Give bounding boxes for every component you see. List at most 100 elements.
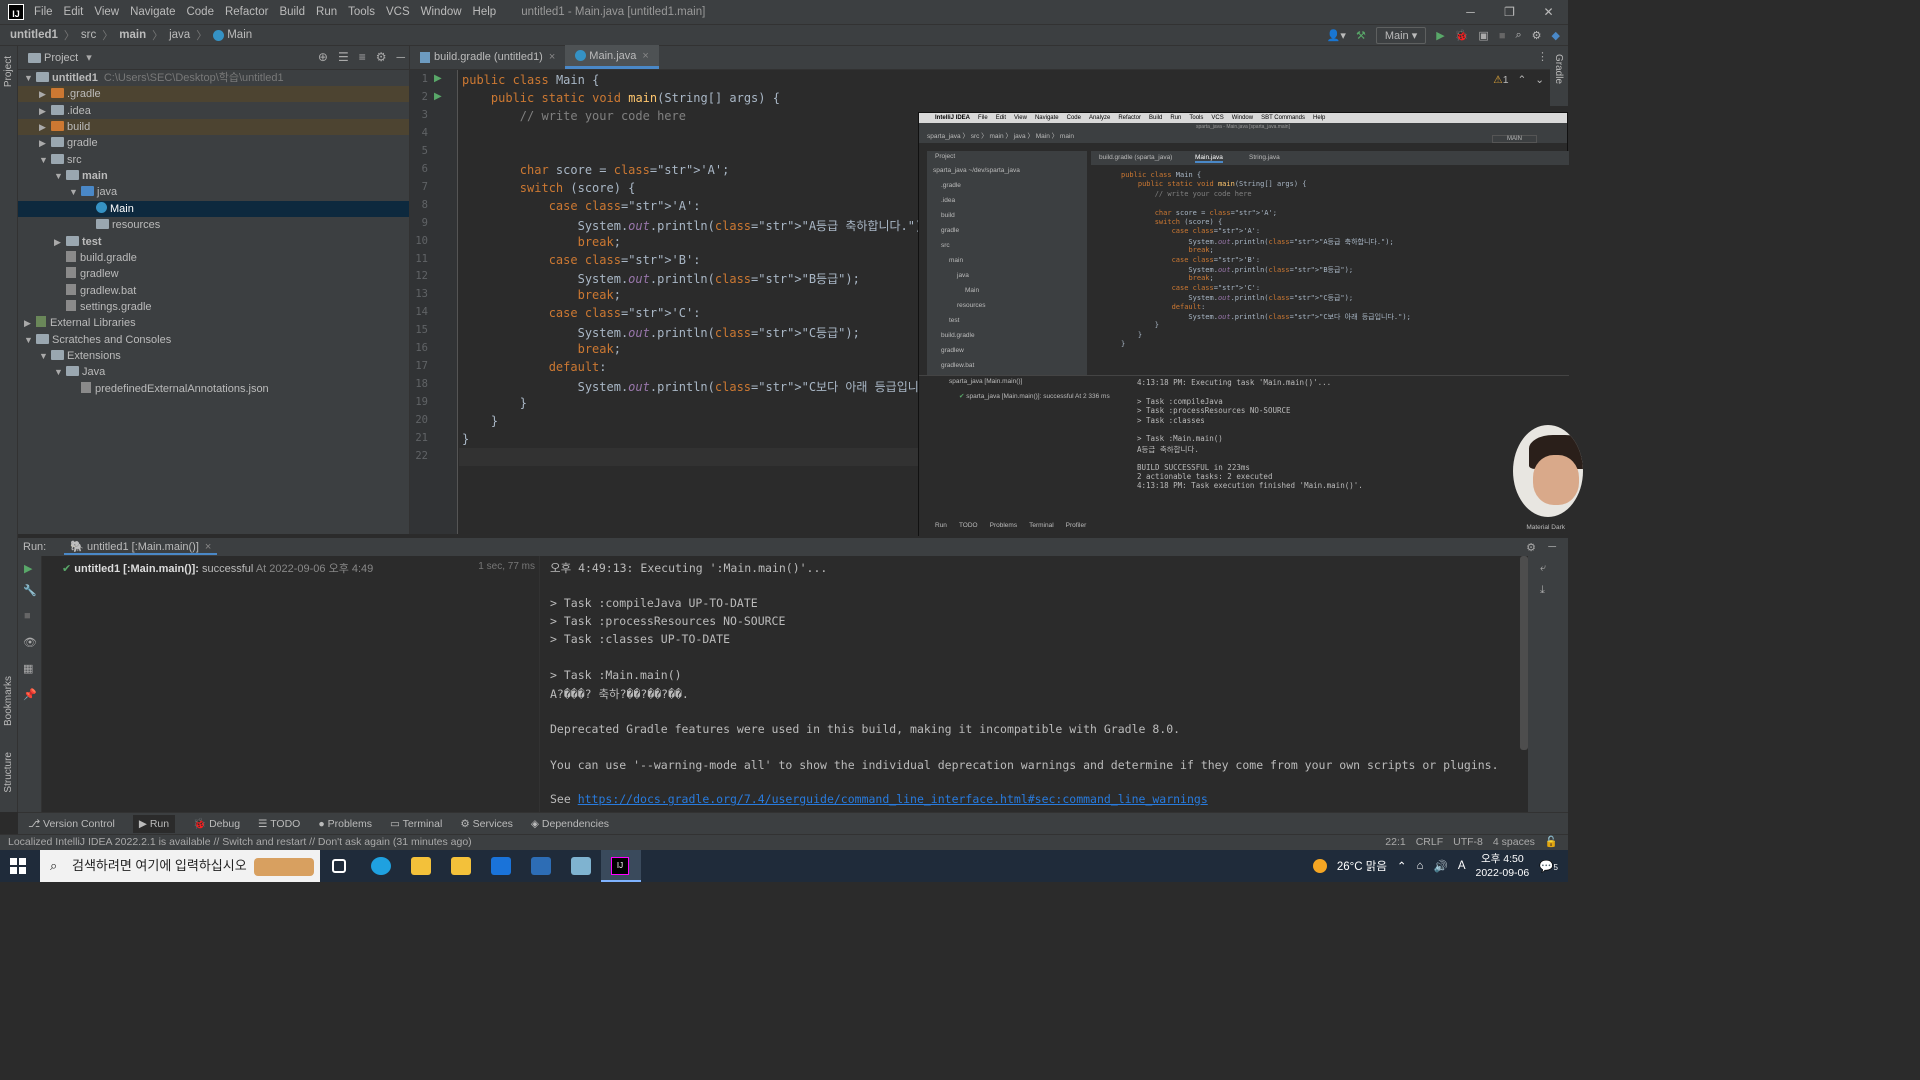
chevron-right-icon[interactable]: ▶ xyxy=(54,234,66,250)
run-icon[interactable]: ▶ xyxy=(1436,29,1444,42)
chevron-right-icon[interactable]: ▶ xyxy=(24,315,36,331)
file-encoding[interactable]: UTF-8 xyxy=(1453,835,1483,849)
indent-setting[interactable]: 4 spaces xyxy=(1493,835,1535,849)
tree-item[interactable]: gradlew.bat xyxy=(18,283,409,299)
expand-all-icon[interactable]: ☰ xyxy=(338,50,349,64)
edge-icon[interactable] xyxy=(371,857,391,875)
tree-item[interactable]: Main xyxy=(18,200,409,217)
project-tool-button[interactable]: Project xyxy=(3,56,14,87)
chevron-down-icon[interactable]: ▼ xyxy=(54,168,66,184)
user-icon[interactable]: 👤▾ xyxy=(1327,29,1346,42)
tree-item[interactable]: settings.gradle xyxy=(18,299,409,315)
tree-item[interactable]: ▶ gradle xyxy=(18,135,409,151)
menu-tools[interactable]: Tools xyxy=(348,6,375,18)
coverage-icon[interactable]: ▣ xyxy=(1478,29,1488,42)
tree-item[interactable]: ▼ main xyxy=(18,168,409,184)
chevron-right-icon[interactable]: ▶ xyxy=(39,119,51,135)
network-icon[interactable]: ⌂ xyxy=(1417,860,1424,872)
run-gutter-icon[interactable]: ▶ xyxy=(434,73,442,84)
tree-item[interactable]: ▼ java xyxy=(18,184,409,200)
chevron-down-icon[interactable]: ▼ xyxy=(24,332,36,348)
build-hammer-icon[interactable]: ⚒ xyxy=(1356,29,1366,42)
breadcrumb-main-class[interactable]: Main xyxy=(227,29,252,41)
code-line[interactable]: } xyxy=(462,432,469,446)
menu-edit[interactable]: Edit xyxy=(64,6,84,18)
menu-refactor[interactable]: Refactor xyxy=(225,6,268,18)
menu-view[interactable]: View xyxy=(94,6,119,18)
task-view-icon[interactable] xyxy=(332,859,346,873)
code-line[interactable]: System.out.println(class="str">"C보다 아래 등… xyxy=(462,378,959,395)
chevron-down-icon[interactable]: ▼ xyxy=(69,184,81,200)
tree-item[interactable]: gradlew xyxy=(18,266,409,282)
tree-item[interactable]: ▶ External Libraries xyxy=(18,315,409,331)
run-console[interactable]: 오후 4:49:13: Executing ':Main.main()'... >… xyxy=(540,556,1520,812)
eye-icon[interactable]: 👁 xyxy=(23,636,37,649)
chevron-down-icon[interactable]: ▼ xyxy=(24,70,36,86)
store-icon[interactable] xyxy=(451,857,471,875)
menu-window[interactable]: Window xyxy=(421,6,462,18)
chevron-down-icon[interactable]: ▼ xyxy=(39,348,51,364)
code-line[interactable]: System.out.println(class="str">"A등급 축하합니… xyxy=(462,217,930,234)
tree-item[interactable]: resources xyxy=(18,217,409,233)
run-tree-item[interactable]: ✔ untitled1 [:Main.main()]: successful A… xyxy=(62,560,373,576)
chevron-down-icon[interactable]: ▼ xyxy=(54,364,66,380)
menu-navigate[interactable]: Navigate xyxy=(130,6,175,18)
tree-item[interactable]: build.gradle xyxy=(18,250,409,266)
toolwindow-dependencies[interactable]: ◈ Dependencies xyxy=(531,818,609,830)
inspection-widget[interactable]: ⚠1 ⌃ ⌄ xyxy=(1493,74,1544,86)
code-line[interactable]: // write your code here xyxy=(462,109,686,123)
code-line[interactable]: break; xyxy=(462,342,621,356)
code-line[interactable]: char score = class="str">'A'; xyxy=(462,163,730,177)
tree-item[interactable]: ▼ Extensions xyxy=(18,348,409,364)
chevron-down-icon[interactable]: ▼ xyxy=(39,152,51,168)
notification-icon[interactable]: 💬5 xyxy=(1539,859,1558,873)
scroll-to-end-icon[interactable]: ⤓ xyxy=(1540,584,1545,597)
breadcrumb-main[interactable]: main xyxy=(119,29,146,41)
close-tab-icon[interactable]: × xyxy=(205,541,211,553)
calculator-icon[interactable] xyxy=(531,857,551,875)
code-line[interactable]: } xyxy=(462,396,527,410)
more-tabs-icon[interactable]: ⋮ xyxy=(1537,50,1548,63)
toolwindow-terminal[interactable]: ▭ Terminal xyxy=(390,818,442,830)
toolwindow-debug[interactable]: 🐞 Debug xyxy=(193,817,240,830)
tab-main-java[interactable]: Main.java × xyxy=(565,45,659,69)
code-line[interactable]: } xyxy=(462,414,498,428)
chevron-right-icon[interactable]: ▶ xyxy=(39,103,51,119)
status-message[interactable]: Localized IntelliJ IDEA 2022.2.1 is avai… xyxy=(8,836,472,848)
soft-wrap-icon[interactable]: ⤶ xyxy=(1540,562,1546,575)
minimize-icon[interactable]: ─ xyxy=(1451,0,1490,24)
toolwindow-run[interactable]: ▶ Run xyxy=(132,814,176,833)
close-tab-icon[interactable]: × xyxy=(642,50,648,62)
project-view-select[interactable]: Project xyxy=(44,52,78,64)
tree-item[interactable]: ▶ build xyxy=(18,119,409,136)
clock[interactable]: 오후 4:50 2022-09-06 xyxy=(1476,852,1530,880)
gear-icon[interactable]: ⚙ xyxy=(376,50,387,64)
code-line[interactable]: public class Main { xyxy=(462,73,599,87)
code-line[interactable]: case class="str">'B': xyxy=(462,253,701,267)
menu-help[interactable]: Help xyxy=(473,6,497,18)
intellij-taskbar-button[interactable]: IJ xyxy=(601,850,641,882)
tray-expand-icon[interactable]: ⌃ xyxy=(1397,859,1407,873)
caret-position[interactable]: 22:1 xyxy=(1385,835,1405,849)
code-line[interactable]: case class="str">'A': xyxy=(462,199,701,213)
breadcrumb-project[interactable]: untitled1 xyxy=(10,29,58,41)
line-separator[interactable]: CRLF xyxy=(1416,835,1443,849)
tree-item[interactable]: ▼ untitled1 C:\Users\SEC\Desktop\학습\untitl… xyxy=(18,70,409,86)
gradle-docs-link[interactable]: https://docs.gradle.org/7.4/userguide/co… xyxy=(578,792,1208,806)
rerun-icon[interactable]: ▶ xyxy=(24,562,32,575)
tree-item[interactable]: ▼ Scratches and Consoles xyxy=(18,332,409,348)
bookmarks-tool-button[interactable]: Bookmarks xyxy=(3,676,14,726)
tree-item[interactable]: ▶ test xyxy=(18,234,409,250)
menu-build[interactable]: Build xyxy=(279,6,305,18)
console-scrollbar[interactable] xyxy=(1520,556,1528,750)
menu-vcs[interactable]: VCS xyxy=(386,6,410,18)
tree-item[interactable]: ▼ Java xyxy=(18,364,409,380)
toolwindow-services[interactable]: ⚙ Services xyxy=(460,818,513,830)
stop-icon[interactable]: ■ xyxy=(24,610,31,622)
gradle-tool-button[interactable]: Gradle xyxy=(1553,54,1564,84)
tree-item[interactable]: ▶ .gradle xyxy=(18,86,409,103)
toolwindow-problems[interactable]: ● Problems xyxy=(318,818,372,830)
code-line[interactable]: case class="str">'C': xyxy=(462,306,701,320)
windows-start-icon[interactable] xyxy=(10,858,26,874)
code-line[interactable]: System.out.println(class="str">"B등급"); xyxy=(462,270,860,287)
